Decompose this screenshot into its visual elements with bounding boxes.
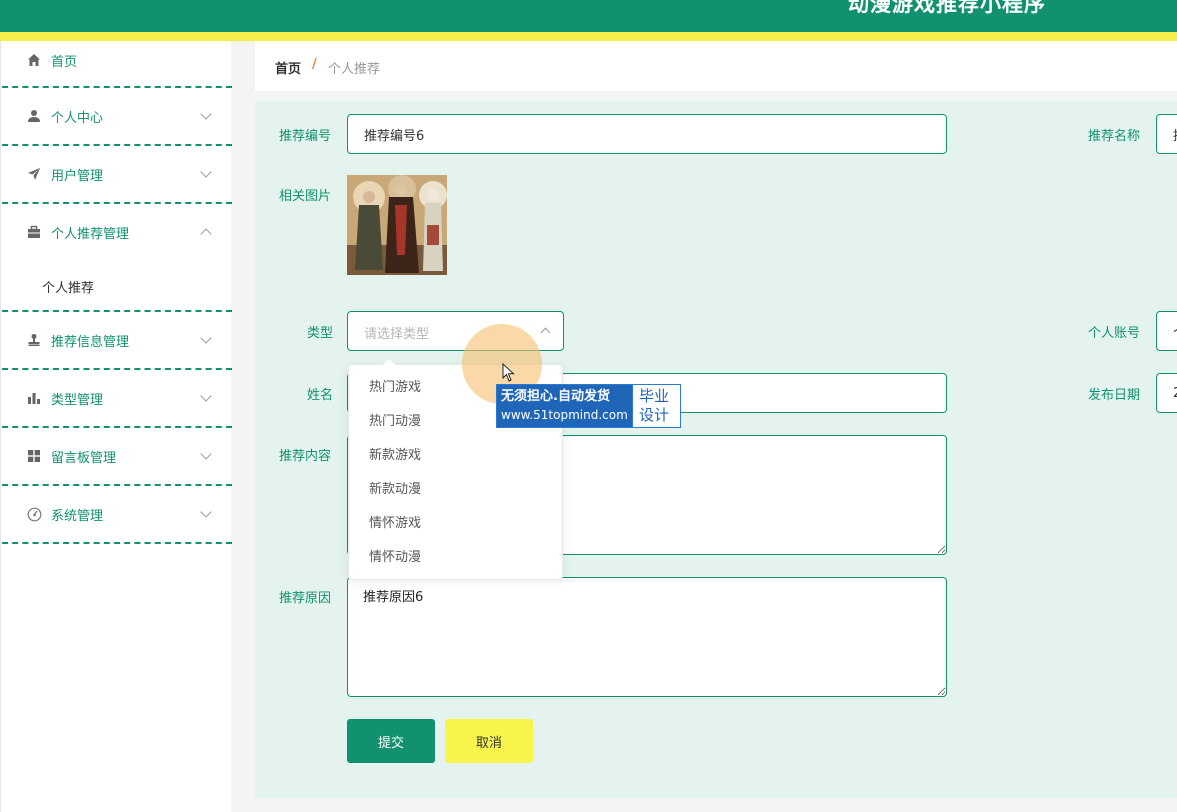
type-option[interactable]: 情怀游戏 [349, 507, 562, 541]
content-label: 推荐内容 [279, 449, 332, 464]
sidebar-item-system-mgmt[interactable]: 系统管理 [2, 486, 232, 544]
rec-no-label: 推荐编号 [279, 129, 332, 144]
chevron-up-icon [540, 327, 551, 338]
sidebar-item-label: 类型管理 [51, 392, 104, 408]
type-option[interactable]: 情怀动漫 [349, 541, 562, 575]
watermark-text: 无须担心.自动发货 www.51topmind.com [497, 385, 632, 427]
briefcase-icon [26, 224, 42, 240]
grid-icon [26, 448, 42, 464]
sidebar-item-label: 推荐信息管理 [51, 334, 130, 350]
chevron-down-icon [200, 108, 212, 120]
type-option[interactable]: 新款动漫 [349, 473, 562, 507]
submit-button[interactable]: 提交 [347, 719, 435, 763]
sidebar-item-message-board-mgmt[interactable]: 留言板管理 [2, 428, 232, 486]
reason-textarea[interactable]: 推荐原因6 [347, 577, 947, 697]
account-label: 个人账号 [1088, 326, 1141, 341]
image-label: 相关图片 [279, 189, 332, 204]
chevron-down-icon [200, 448, 212, 460]
sidebar-item-type-mgmt[interactable]: 类型管理 [2, 370, 232, 428]
mouse-pointer-icon [502, 363, 515, 382]
bar-chart-icon [26, 390, 42, 406]
type-select-placeholder: 请选择类型 [364, 327, 430, 342]
watermark-badge-line2: 设计 [639, 406, 670, 424]
type-option[interactable]: 新款游戏 [349, 439, 562, 473]
sidebar-item-personal-rec-mgmt[interactable]: 个人推荐管理 个人推荐 [2, 204, 232, 312]
sidebar-item-home[interactable]: 首页 [2, 41, 232, 88]
watermark-badge-line1: 毕业 [639, 387, 670, 405]
rec-name-label: 推荐名称 [1088, 129, 1141, 144]
app-header: 动漫游戏推荐小程序 [0, 0, 1177, 32]
watermark-line2: www.51topmind.com [501, 408, 628, 422]
related-image[interactable] [347, 175, 447, 275]
name-label: 姓名 [307, 388, 334, 403]
chevron-down-icon [200, 332, 212, 344]
sidebar: 首页 个人中心 用户管理 个人推荐管理 个人推荐 推荐信息管理 类型管理 留言板… [0, 41, 232, 812]
breadcrumb-home[interactable]: 首页 [275, 58, 301, 77]
watermark-line1: 无须担心.自动发货 [501, 389, 610, 404]
type-label: 类型 [307, 326, 334, 341]
sidebar-item-profile[interactable]: 个人中心 [2, 88, 232, 146]
cancel-button[interactable]: 取消 [445, 719, 533, 763]
sidebar-subitem-personal-rec[interactable]: 个人推荐 [42, 277, 94, 296]
sidebar-item-label: 系统管理 [51, 508, 104, 524]
pub-date-label: 发布日期 [1088, 388, 1141, 403]
sidebar-item-label: 首页 [51, 54, 78, 70]
app-title: 动漫游戏推荐小程序 [848, 0, 1046, 16]
breadcrumb: 首页 / 个人推荐 [255, 41, 1177, 91]
stamp-icon [26, 332, 42, 348]
breadcrumb-current: 个人推荐 [328, 62, 381, 77]
chevron-down-icon [200, 390, 212, 402]
sidebar-item-label: 个人推荐管理 [51, 226, 130, 242]
chevron-down-icon [200, 506, 212, 518]
sidebar-item-label: 个人中心 [51, 110, 104, 126]
chevron-down-icon [200, 166, 212, 178]
home-icon [26, 52, 42, 68]
header-accent-line [0, 32, 1177, 41]
dashboard-icon [26, 506, 42, 522]
reason-label: 推荐原因 [279, 591, 332, 606]
pub-date-input[interactable] [1156, 373, 1177, 413]
user-icon [26, 108, 42, 124]
sidebar-item-users[interactable]: 用户管理 [2, 146, 232, 204]
send-icon [26, 166, 42, 182]
rec-no-input[interactable] [347, 114, 947, 154]
breadcrumb-separator: / [312, 57, 317, 72]
sidebar-item-label: 用户管理 [51, 168, 104, 184]
watermark-banner: 无须担心.自动发货 www.51topmind.com 毕业 设计 [496, 384, 681, 428]
account-input[interactable] [1156, 311, 1177, 351]
chevron-up-icon [200, 228, 212, 240]
rec-name-input[interactable] [1156, 114, 1177, 154]
sidebar-item-label: 留言板管理 [51, 450, 117, 466]
watermark-badge: 毕业 设计 [632, 385, 680, 427]
sidebar-item-rec-info-mgmt[interactable]: 推荐信息管理 [2, 312, 232, 370]
